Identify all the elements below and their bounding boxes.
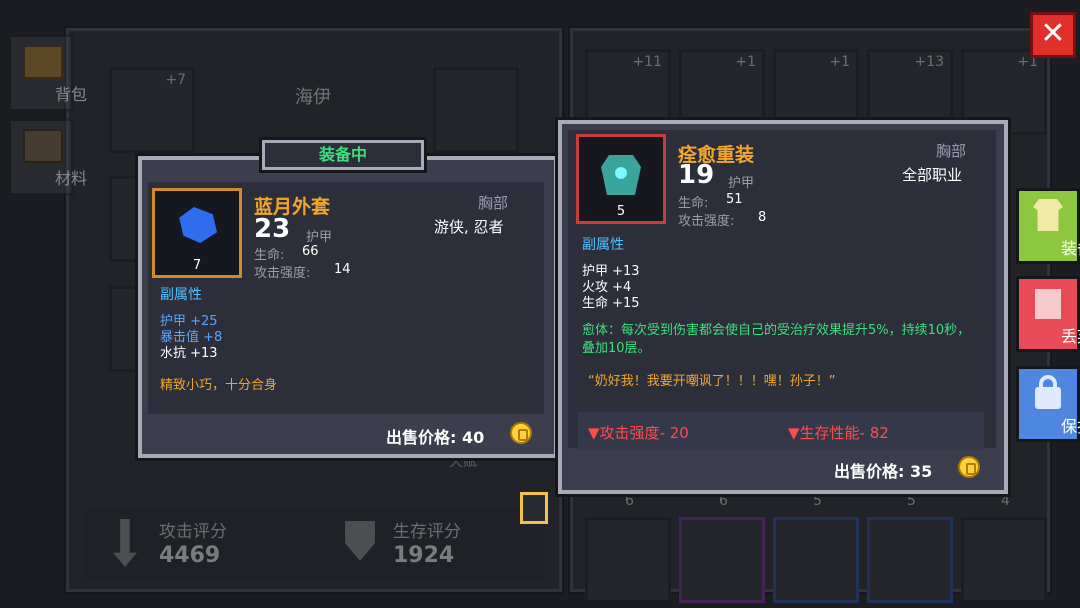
item-icon-frame: 7 bbox=[152, 188, 242, 278]
inventory-slot[interactable] bbox=[867, 517, 953, 603]
flavor-text: 精致小巧，十分合身 bbox=[160, 378, 278, 393]
hp-label: 生命: bbox=[254, 248, 285, 263]
effect-text: 愈体：每次受到伤害都会使自己的受治疗效果提升5%，持续10秒，叠加10层。 bbox=[582, 323, 971, 356]
slot-level: 5 bbox=[907, 493, 916, 509]
gold-coin-icon bbox=[958, 456, 980, 478]
attack-score-label: 攻击评分 bbox=[159, 522, 227, 542]
score-bar: 攻击评分 4469 生存评分 1924 bbox=[83, 509, 543, 581]
item-level: 7 bbox=[192, 258, 202, 273]
attack-diff: ▼攻击强度- 20 bbox=[588, 424, 689, 442]
slot-level: 5 bbox=[813, 493, 822, 509]
shield-icon bbox=[345, 521, 375, 561]
slot-level: 4 bbox=[1001, 493, 1010, 509]
armor-value: 19 bbox=[678, 160, 715, 190]
attack-score-value: 4469 bbox=[159, 543, 221, 568]
item-level: 5 bbox=[616, 204, 626, 219]
sell-price: 出售价格: 35 bbox=[834, 462, 933, 481]
item-slot: 胸部 bbox=[478, 194, 509, 212]
substat-line: 生命 +15 bbox=[582, 296, 640, 311]
sword-icon bbox=[113, 519, 137, 567]
necklace-slot[interactable]: 7 bbox=[433, 67, 519, 172]
inventory-slot[interactable] bbox=[679, 517, 765, 603]
armor-label: 护甲 bbox=[306, 230, 333, 245]
sell-price: 出售价格: 40 bbox=[386, 428, 485, 447]
material-tab[interactable]: 材料 bbox=[8, 118, 87, 196]
gold-coin-icon bbox=[510, 422, 532, 444]
trash-icon bbox=[1035, 289, 1061, 319]
substat-title: 副属性 bbox=[582, 237, 624, 253]
helmet-slot[interactable]: +7 5 bbox=[109, 67, 195, 172]
compare-item-card: 5 痊愈重装 19 护甲 胸部 全部职业 生命: 51 攻击强度: 8 副属性 … bbox=[558, 120, 1008, 494]
atk-value: 8 bbox=[758, 210, 767, 225]
atk-value: 14 bbox=[334, 262, 351, 277]
substat-line: 水抗 +13 bbox=[160, 346, 218, 361]
armor-value: 23 bbox=[254, 214, 291, 244]
info-icon[interactable] bbox=[520, 492, 548, 524]
equip-button-label: 装备 bbox=[1060, 239, 1080, 258]
slot-count: +1 bbox=[735, 54, 756, 70]
lock-shackle bbox=[1039, 375, 1057, 391]
material-tab-label: 材料 bbox=[54, 169, 87, 188]
slot-count: +7 bbox=[165, 72, 186, 88]
equip-button[interactable]: 装备 bbox=[1016, 188, 1080, 264]
item-slot: 胸部 bbox=[936, 142, 967, 160]
bag-tab[interactable]: 背包 bbox=[8, 34, 87, 112]
item-icon-frame: 5 bbox=[576, 134, 666, 224]
slot-count: +13 bbox=[914, 54, 944, 70]
protect-button-label: 保护 bbox=[1060, 417, 1080, 436]
hp-value: 51 bbox=[726, 192, 743, 207]
slot-level: 6 bbox=[719, 493, 728, 509]
inventory-slot[interactable] bbox=[585, 517, 671, 603]
survival-score-label: 生存评分 bbox=[393, 522, 461, 542]
item-classes: 全部职业 bbox=[902, 166, 963, 184]
protect-button[interactable]: 保护 bbox=[1016, 366, 1080, 442]
inventory-slot[interactable] bbox=[961, 517, 1047, 603]
chest-icon bbox=[23, 45, 63, 79]
close-icon: ✕ bbox=[1040, 16, 1066, 51]
substat-title: 副属性 bbox=[160, 287, 202, 303]
comparison-bar: ▼攻击强度- 20 ▼生存性能- 82 bbox=[578, 412, 984, 450]
slot-count: +1 bbox=[829, 54, 850, 70]
item-classes: 游侠, 忍者 bbox=[434, 218, 504, 236]
slot-count: +11 bbox=[632, 54, 662, 70]
armor-label: 护甲 bbox=[728, 176, 755, 191]
material-icon bbox=[23, 129, 63, 163]
slot-level: 6 bbox=[625, 493, 634, 509]
atk-label: 攻击强度: bbox=[678, 214, 735, 229]
bag-tab-label: 背包 bbox=[54, 85, 87, 104]
atk-label: 攻击强度: bbox=[254, 266, 311, 281]
coat-icon bbox=[179, 207, 217, 243]
survival-diff: ▼生存性能- 82 bbox=[788, 424, 889, 442]
discard-button[interactable]: 丢弃 bbox=[1016, 276, 1080, 352]
inventory-slot[interactable] bbox=[773, 517, 859, 603]
character-name: 海伊 bbox=[295, 87, 331, 108]
armor-icon bbox=[1033, 199, 1063, 231]
close-button[interactable]: ✕ bbox=[1030, 12, 1076, 58]
survival-score-value: 1924 bbox=[393, 543, 455, 568]
hp-value: 66 bbox=[302, 244, 319, 259]
discard-button-label: 丢弃 bbox=[1060, 327, 1080, 346]
quote-text: “奶好我！我要开嘲讽了！！！嘿！孙子！” bbox=[588, 374, 836, 389]
equipped-item-card: 7 蓝月外套 23 护甲 胸部 游侠, 忍者 生命: 66 攻击强度: 14 副… bbox=[138, 156, 558, 458]
gem-icon bbox=[615, 167, 627, 179]
equipped-badge: 装备中 bbox=[262, 140, 424, 170]
hp-label: 生命: bbox=[678, 196, 709, 211]
